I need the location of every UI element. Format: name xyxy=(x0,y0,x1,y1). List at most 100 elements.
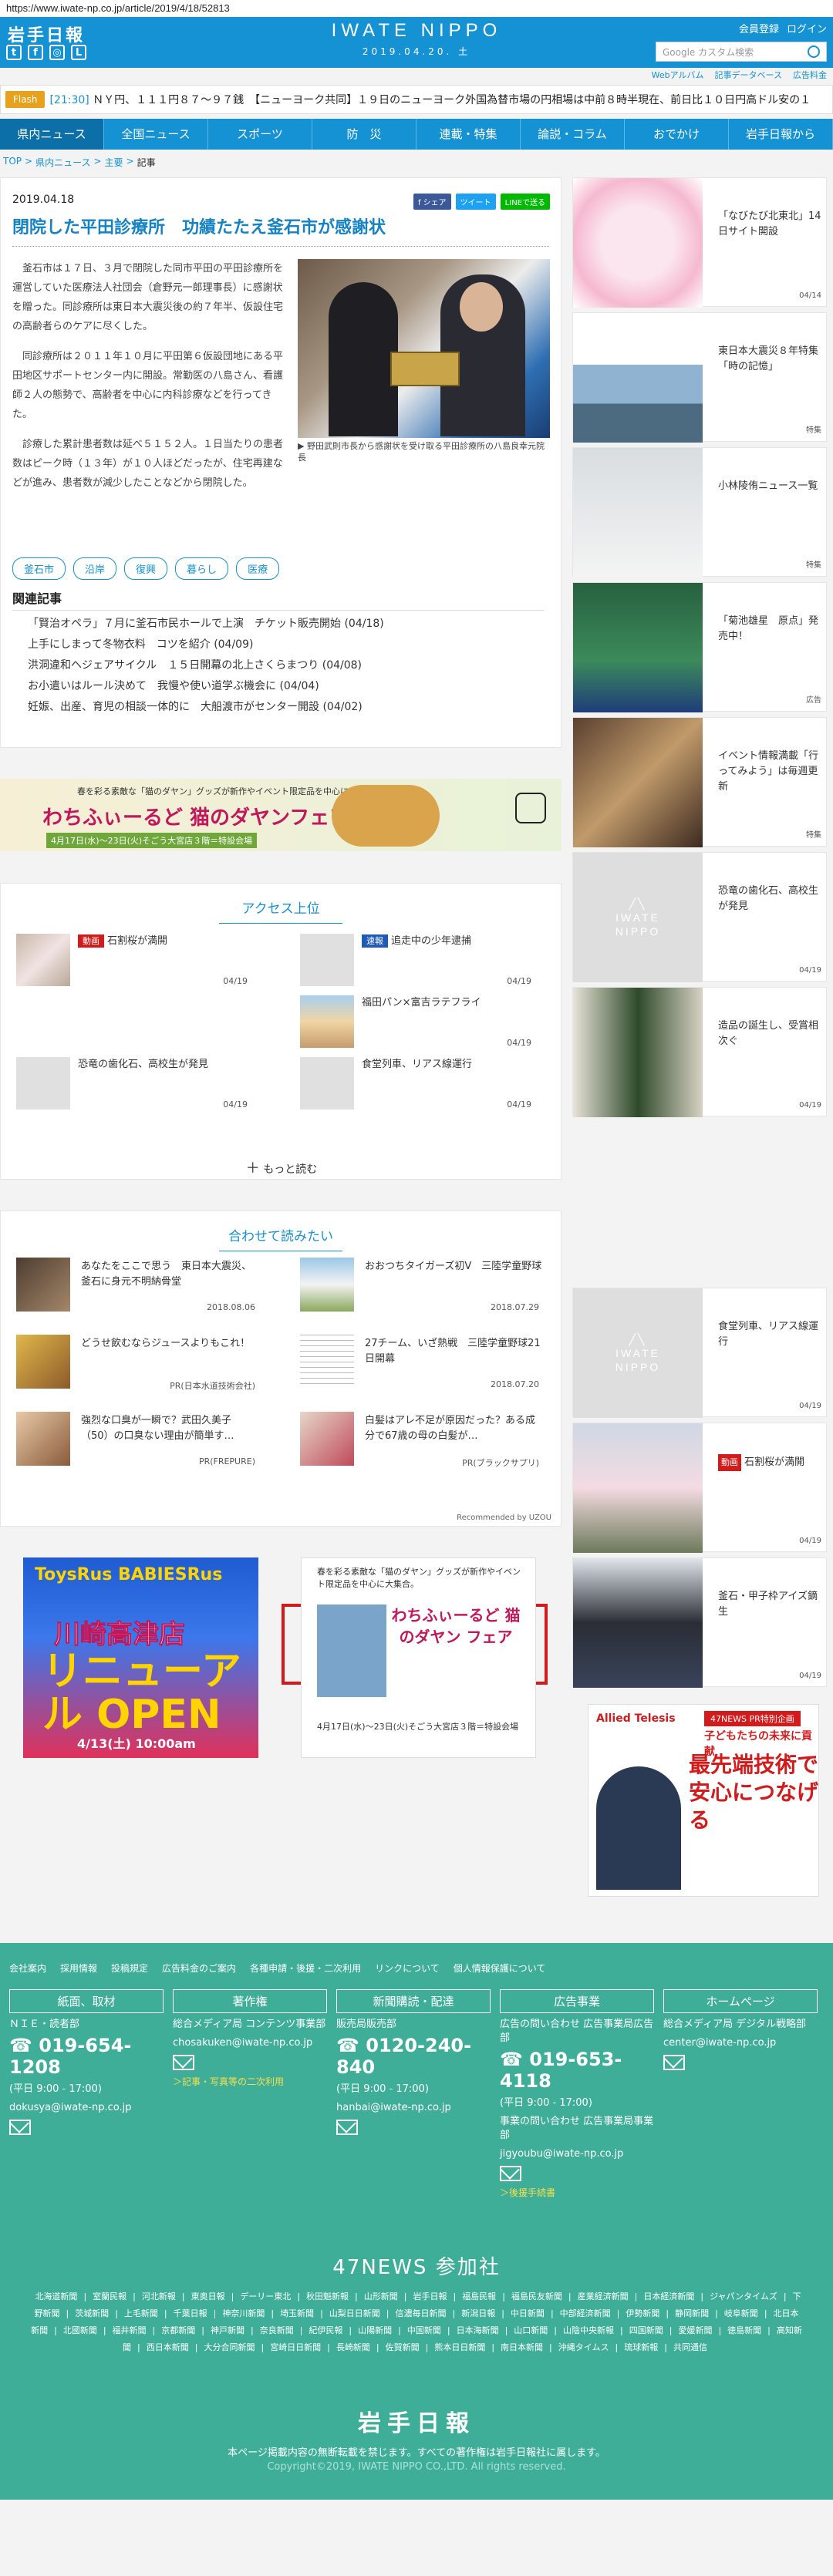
instagram-icon[interactable]: ◎ xyxy=(49,45,65,60)
footer-paper-link[interactable]: 山陰中央新報 xyxy=(563,2325,614,2335)
footer-paper-link[interactable]: 徳島新聞 xyxy=(727,2325,761,2335)
login-link[interactable]: ログイン xyxy=(787,21,827,35)
sidebar-item[interactable]: 小林陵侑ニュース一覧 特集 xyxy=(572,447,827,577)
nav-national[interactable]: 全国ニュース xyxy=(104,119,208,150)
footer-paper-link[interactable]: 山形新聞 xyxy=(364,2291,398,2302)
footer-paper-link[interactable]: 熊本日日新聞 xyxy=(434,2342,485,2352)
nav-disaster[interactable]: 防 災 xyxy=(312,119,416,150)
mail-icon[interactable] xyxy=(173,2055,194,2070)
footer-link[interactable]: リンクについて xyxy=(375,1961,440,1975)
facebook-icon[interactable]: f xyxy=(28,45,43,60)
twitter-icon[interactable]: t xyxy=(6,45,22,60)
related-link[interactable]: 妊娠、出産、育児の相談一体的に 大船渡市がセンター開設 (04/02) xyxy=(12,697,545,718)
footer-paper-link[interactable]: 中部経済新聞 xyxy=(560,2308,611,2318)
line-share-button[interactable]: LINEで送る xyxy=(500,194,550,210)
center-logo[interactable]: IWATE NIPPO 2019.04.20. 土 xyxy=(324,20,509,58)
footer-paper-link[interactable]: 山陽新聞 xyxy=(358,2325,392,2335)
footer-paper-link[interactable]: 東奥日報 xyxy=(191,2291,225,2302)
footer-paper-link[interactable]: 宮崎日日新聞 xyxy=(270,2342,321,2352)
footer-paper-link[interactable]: 中日新聞 xyxy=(511,2308,545,2318)
footer-paper-link[interactable]: 福島民友新聞 xyxy=(511,2291,562,2302)
sidebar-item[interactable]: 東日本大震災８年特集「時の記憶」 特集 xyxy=(572,312,827,443)
sidebar-item[interactable]: 「なびたび北東北」14日サイト開設 04/14 xyxy=(572,177,827,308)
read-item[interactable]: どうせ飲むならジュースよりもこれ！ PR(日本水道技術会社) xyxy=(1,1335,263,1396)
read-item[interactable]: 強烈な口臭が一瞬で？武田久美子（50）の口臭ない理由が簡単す… PR(FREPU… xyxy=(1,1412,263,1473)
footer-paper-link[interactable]: 茨城新聞 xyxy=(75,2308,109,2318)
sidebar-item[interactable]: ╱╲ IWATE NIPPO 食堂列車、リアス線運行 04/19 xyxy=(572,1288,827,1418)
footer-link[interactable]: 会社案内 xyxy=(9,1961,46,1975)
tag-medical[interactable]: 医療 xyxy=(236,557,280,580)
read-item[interactable]: あなたをここで思う 東日本大震災、釜石に身元不明納骨堂 2018.08.06 xyxy=(1,1258,263,1319)
footer-mail[interactable]: chosakuken@iwate-np.co.jp xyxy=(173,2036,327,2050)
footer-paper-link[interactable]: 日本経済新聞 xyxy=(643,2291,694,2302)
footer-paper-link[interactable]: 千葉日報 xyxy=(174,2308,207,2318)
access-item[interactable]: 恐竜の歯化石、高校生が発見 04/19 xyxy=(1,1057,263,1110)
footer-paper-link[interactable]: 京都新聞 xyxy=(161,2325,195,2335)
footer-paper-link[interactable]: 西日本新聞 xyxy=(147,2342,189,2352)
footer-paper-link[interactable]: 奈良新聞 xyxy=(260,2325,294,2335)
sidebar-item[interactable]: 造品の誕生し、受賞相次ぐ 04/19 xyxy=(572,987,827,1117)
mail-icon[interactable] xyxy=(663,2055,685,2070)
footer-paper-link[interactable]: 琉球新報 xyxy=(624,2342,658,2352)
sublink-album[interactable]: Webアルバム xyxy=(652,69,704,81)
sidebar-item[interactable]: 動画 石割桜が満開 04/19 xyxy=(572,1423,827,1553)
footer-paper-link[interactable]: 神戸新聞 xyxy=(211,2325,245,2335)
footer-phone[interactable]: ☎ 019-654-1208 xyxy=(9,2035,164,2078)
mail-icon[interactable] xyxy=(336,2120,358,2135)
footer-paper-link[interactable]: 大分合同新聞 xyxy=(204,2342,255,2352)
toysrus-ad[interactable]: ToysRus BABIESRus 川崎高津店 リニューアル OPEN 4/13… xyxy=(23,1557,258,1758)
nav-sports[interactable]: スポーツ xyxy=(208,119,312,150)
footer-paper-link[interactable]: 佐賀新聞 xyxy=(386,2342,420,2352)
more-link[interactable]: ＋ もっと読む xyxy=(1,1157,562,1177)
facebook-share-button[interactable]: f シェア xyxy=(413,194,451,210)
nav-column[interactable]: 論説・コラム xyxy=(521,119,625,150)
tag-coast[interactable]: 沿岸 xyxy=(73,557,117,580)
sublink-ad[interactable]: 広告料金 xyxy=(793,69,827,81)
footer-paper-link[interactable]: 共同通信 xyxy=(673,2342,707,2352)
footer-paper-link[interactable]: 河北新報 xyxy=(142,2291,176,2302)
footer-link[interactable]: 各種申請・後援・二次利用 xyxy=(250,1961,361,1975)
related-link[interactable]: 上手にしまって冬物衣料 コツを紹介 (04/09) xyxy=(12,635,545,655)
flash-ticker[interactable]: Flash [21:30] ＮＹ円、１１１円８７～９７銭 【ニューヨーク共同】１… xyxy=(0,85,833,114)
dayan-square-ad[interactable]: 春を彩る素敵な「猫のダヤン」グッズが新作やイベント限定品を中心に大集合。 わちふ… xyxy=(301,1557,536,1758)
footer-paper-link[interactable]: 信濃毎日新聞 xyxy=(396,2308,447,2318)
footer-paper-link[interactable]: 中国新聞 xyxy=(407,2325,441,2335)
sidebar-item[interactable]: 「菊池雄星 原点」発売中！ 広告 xyxy=(572,582,827,712)
footer-paper-link[interactable]: 静岡新聞 xyxy=(675,2308,709,2318)
related-link[interactable]: 洪洞違和ヘジェアサイクル １５日開幕の北上さくらまつり (04/08) xyxy=(12,655,545,676)
footer-paper-link[interactable]: 北國新聞 xyxy=(63,2325,97,2335)
footer-mail[interactable]: hanbai@iwate-np.co.jp xyxy=(336,2101,491,2115)
footer-paper-link[interactable]: 北海道新聞 xyxy=(35,2291,77,2302)
uzou-credit[interactable]: Recommended by UZOU xyxy=(457,1514,551,1522)
flash-text[interactable]: ＮＹ円、１１１円８７～９７銭 【ニューヨーク共同】１９日のニューヨーク外国為替市… xyxy=(93,94,813,106)
footer-paper-link[interactable]: 岩手日報 xyxy=(413,2291,447,2302)
footer-paper-link[interactable]: 伊勢新聞 xyxy=(626,2308,659,2318)
footer-paper-link[interactable]: 山梨日日新聞 xyxy=(329,2308,380,2318)
line-icon[interactable]: L xyxy=(71,45,86,60)
tag-life[interactable]: 暮らし xyxy=(175,557,229,580)
access-item[interactable]: 食堂列車、リアス線運行 04/19 xyxy=(285,1057,547,1110)
access-item[interactable]: 動画 石割桜が満開 04/19 xyxy=(1,934,263,986)
footer-phone[interactable]: ☎ 019-653-4118 xyxy=(500,2049,654,2092)
access-item[interactable]: 速報 追走中の少年逮捕 04/19 xyxy=(285,934,547,986)
related-link[interactable]: 「賢治オペラ」７月に釜石市民ホールで上演 チケット販売開始 (04/18) xyxy=(12,614,545,635)
footer-paper-link[interactable]: 室蘭民報 xyxy=(93,2291,126,2302)
footer-paper-link[interactable]: 上毛新聞 xyxy=(124,2308,158,2318)
sidebar-item[interactable]: 釜石・甲子枠アイズ鏑生 04/19 xyxy=(572,1557,827,1688)
tweet-button[interactable]: ツイート xyxy=(455,194,496,210)
footer-link[interactable]: 個人情報保護について xyxy=(454,1961,546,1975)
footer-paper-link[interactable]: 長崎新聞 xyxy=(336,2342,370,2352)
allied-telesis-ad[interactable]: Allied Telesis 47NEWS PR特別企画 子どもたちの未来に貢献… xyxy=(588,1704,819,1897)
footer-paper-link[interactable]: 産業経済新聞 xyxy=(578,2291,629,2302)
search-icon[interactable] xyxy=(808,45,820,58)
read-item[interactable]: おおつちタイガーズ初V 三陸学童野球 2018.07.29 xyxy=(285,1258,547,1319)
footer-paper-link[interactable]: 秋田魁新報 xyxy=(306,2291,349,2302)
tag-recovery[interactable]: 復興 xyxy=(124,557,168,580)
footer-paper-link[interactable]: 岐阜新聞 xyxy=(724,2308,758,2318)
nav-series[interactable]: 連載・特集 xyxy=(416,119,521,150)
footer-paper-link[interactable]: 南日本新聞 xyxy=(501,2342,543,2352)
nav-from-nippo[interactable]: 岩手日報から xyxy=(729,119,833,150)
footer-paper-link[interactable]: 福島民報 xyxy=(462,2291,496,2302)
footer-link[interactable]: 広告料金のご案内 xyxy=(162,1961,236,1975)
footer-link[interactable]: 採用情報 xyxy=(60,1961,97,1975)
